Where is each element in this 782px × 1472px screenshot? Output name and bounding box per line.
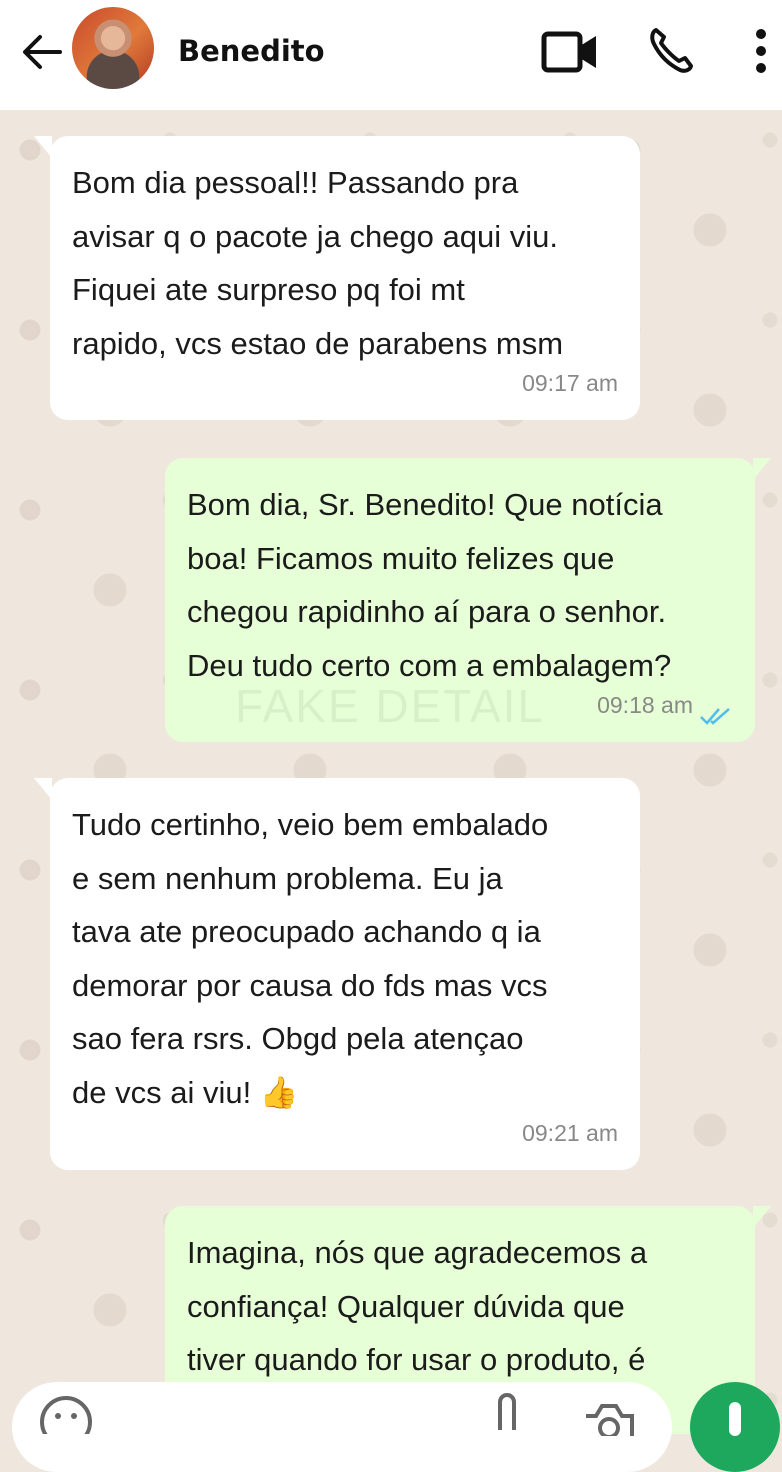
message-time: 09:21 am: [522, 1119, 618, 1146]
message-text: Bom dia, Sr. Benedito! Que notícia boa! …: [187, 487, 672, 683]
message-text: Bom dia pessoal!! Passando pra avisar q …: [72, 165, 564, 361]
message-outgoing[interactable]: Bom dia, Sr. Benedito! Que notícia boa! …: [165, 458, 771, 742]
voice-call-icon[interactable]: [648, 26, 694, 74]
bubble-tail: [753, 1206, 771, 1228]
attach-icon[interactable]: [492, 1390, 522, 1430]
mic-button[interactable]: [690, 1382, 780, 1472]
chat-area: Bom dia pessoal!! Passando pra avisar q …: [0, 110, 782, 1434]
avatar[interactable]: [72, 7, 154, 89]
message-incoming[interactable]: Tudo certinho, veio bem embalado e sem n…: [34, 778, 640, 1170]
mic-icon: [729, 1402, 741, 1436]
message-text: Tudo certinho, veio bem embalado e sem n…: [72, 807, 549, 1110]
message-input[interactable]: [12, 1382, 672, 1472]
camera-icon[interactable]: [582, 1396, 636, 1436]
emoji-icon[interactable]: [38, 1394, 94, 1434]
message-text: Imagina, nós que agradecemos a confiança…: [187, 1235, 648, 1377]
bubble-tail: [753, 458, 771, 480]
message-composer: [0, 1380, 782, 1472]
read-double-check-icon: [700, 708, 730, 725]
bubble-tail: [34, 778, 52, 800]
more-options-icon[interactable]: [752, 28, 770, 74]
video-call-icon[interactable]: [541, 30, 599, 74]
message-incoming[interactable]: Bom dia pessoal!! Passando pra avisar q …: [34, 136, 640, 420]
message-time: 09:17 am: [522, 369, 618, 396]
back-arrow-icon[interactable]: [20, 32, 64, 72]
bubble-tail: [34, 136, 52, 158]
contact-name[interactable]: Benedito: [178, 34, 325, 68]
message-time: 09:18 am: [597, 691, 693, 718]
chat-header: Benedito: [0, 0, 782, 110]
